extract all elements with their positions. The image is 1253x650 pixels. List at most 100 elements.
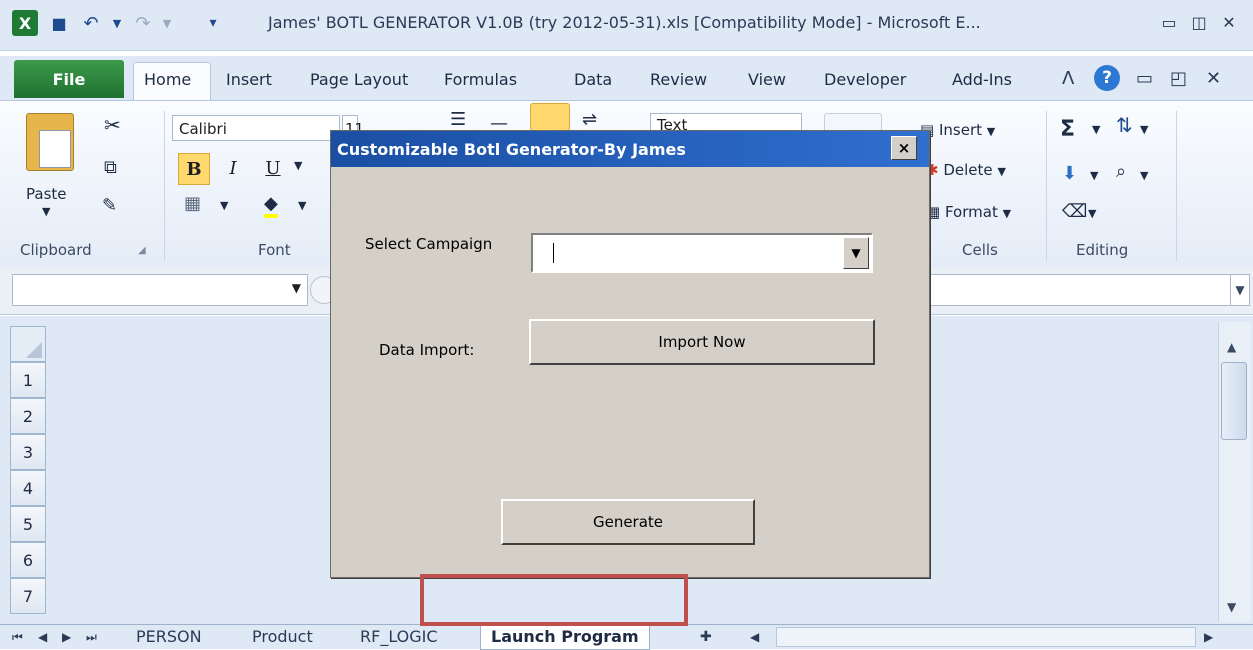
- clear-icon[interactable]: ⌫: [1062, 201, 1087, 222]
- tab-data[interactable]: Data: [574, 70, 612, 89]
- clipboard-launcher-icon[interactable]: ◢: [138, 245, 146, 256]
- align-top-icon[interactable]: ☰: [450, 109, 466, 130]
- format-dropdown-icon: ▼: [1002, 207, 1012, 220]
- fill-icon[interactable]: ⬇: [1062, 163, 1077, 184]
- select-all-corner[interactable]: [10, 326, 46, 362]
- insert-dropdown-icon: ▼: [986, 125, 996, 138]
- delete-cells-button[interactable]: ✱ Delete ▼: [926, 161, 1006, 179]
- cut-icon[interactable]: ✂: [104, 113, 121, 137]
- row-header[interactable]: 1: [10, 362, 46, 398]
- insert-cells-button[interactable]: ▤ Insert ▼: [920, 121, 995, 139]
- row-header[interactable]: 5: [10, 506, 46, 542]
- sort-filter-icon[interactable]: ⇅: [1116, 113, 1133, 137]
- borders-dropdown-icon[interactable]: ▼: [220, 199, 228, 212]
- restore-icon[interactable]: ◫: [1186, 11, 1212, 33]
- undo-dropdown-icon[interactable]: ▼: [104, 10, 130, 36]
- formula-input[interactable]: [930, 274, 1235, 306]
- find-select-dropdown-icon[interactable]: ▼: [1140, 169, 1148, 182]
- clear-dropdown-icon[interactable]: ▼: [1088, 207, 1096, 220]
- workbook-restore-icon[interactable]: ◰: [1170, 68, 1187, 89]
- format-cells-label: Format: [944, 203, 998, 221]
- save-icon[interactable]: ■: [46, 10, 72, 36]
- tab-developer[interactable]: Developer: [824, 70, 906, 89]
- sheet-tab-launch-program[interactable]: Launch Program: [480, 625, 650, 650]
- sheet-tab-rf-logic[interactable]: RF_LOGIC: [360, 625, 438, 649]
- fill-color-dropdown-icon[interactable]: ▼: [298, 199, 306, 212]
- font-name-combo[interactable]: Calibri: [172, 115, 340, 141]
- name-box-dropdown-icon[interactable]: ▼: [292, 281, 301, 295]
- find-select-icon[interactable]: ⌕: [1116, 161, 1126, 182]
- dialog-title: Customizable Botl Generator-By James: [331, 131, 929, 167]
- fill-dropdown-icon[interactable]: ▼: [1090, 169, 1098, 182]
- campaign-combobox[interactable]: ▼: [531, 233, 873, 273]
- name-box[interactable]: ▼: [12, 274, 308, 306]
- close-window-icon[interactable]: ✕: [1216, 11, 1242, 33]
- group-separator: [164, 111, 165, 261]
- scroll-left-icon[interactable]: ◀: [750, 625, 759, 649]
- excel-logo-icon: X: [12, 10, 38, 36]
- scroll-down-icon[interactable]: ▼: [1227, 600, 1236, 614]
- vertical-scrollbar[interactable]: ▲ ▼: [1218, 322, 1251, 622]
- customize-qat-icon[interactable]: ▾: [200, 10, 226, 36]
- autosum-icon[interactable]: Σ: [1060, 117, 1075, 142]
- row-header[interactable]: 6: [10, 542, 46, 578]
- delete-dropdown-icon: ▼: [997, 165, 1006, 178]
- insert-sheet-icon[interactable]: ✚: [700, 625, 712, 649]
- underline-dropdown-icon[interactable]: ▼: [294, 159, 302, 172]
- tab-review[interactable]: Review: [650, 70, 707, 89]
- row-header[interactable]: 2: [10, 398, 46, 434]
- paste-icon[interactable]: [26, 113, 74, 171]
- paste-dropdown-icon[interactable]: ▼: [42, 205, 50, 218]
- format-painter-icon[interactable]: ✎: [102, 195, 117, 216]
- help-icon[interactable]: ?: [1094, 65, 1120, 91]
- sheet-tab-person[interactable]: PERSON: [136, 625, 202, 649]
- generate-button[interactable]: Generate: [501, 499, 755, 545]
- tab-add-ins[interactable]: Add-Ins: [952, 70, 1012, 89]
- wrap-text-icon[interactable]: ⇌: [582, 109, 597, 130]
- paste-label[interactable]: Paste: [26, 185, 67, 203]
- sort-filter-dropdown-icon[interactable]: ▼: [1140, 123, 1148, 136]
- text-caret: [553, 243, 554, 263]
- tab-page-layout[interactable]: Page Layout: [310, 70, 408, 89]
- ribbon-tabs: File Home Insert Page Layout Formulas Da…: [0, 56, 1253, 103]
- format-cells-button[interactable]: ▦ Format ▼: [926, 203, 1011, 221]
- next-sheet-icon[interactable]: ▶: [62, 625, 71, 649]
- vertical-scroll-thumb[interactable]: [1221, 362, 1247, 440]
- fill-color-icon[interactable]: ◆: [264, 193, 278, 218]
- workbook-minimize-icon[interactable]: ▭: [1136, 68, 1153, 89]
- row-header[interactable]: 3: [10, 434, 46, 470]
- dialog-close-button[interactable]: ×: [891, 136, 917, 160]
- align-bottom-button[interactable]: [530, 103, 570, 131]
- first-sheet-icon[interactable]: ⏮: [12, 625, 23, 649]
- undo-icon[interactable]: ↶: [78, 10, 104, 36]
- scroll-up-icon[interactable]: ▲: [1227, 340, 1236, 354]
- scroll-right-icon[interactable]: ▶: [1204, 625, 1213, 649]
- horizontal-scrollbar[interactable]: [776, 627, 1196, 647]
- sheet-tab-product[interactable]: Product: [252, 625, 313, 649]
- bold-button[interactable]: B: [178, 153, 210, 185]
- tab-file[interactable]: File: [14, 60, 124, 98]
- group-separator: [1046, 111, 1047, 261]
- prev-sheet-icon[interactable]: ◀: [38, 625, 47, 649]
- tab-home[interactable]: Home: [144, 70, 191, 89]
- tab-view[interactable]: View: [748, 70, 786, 89]
- last-sheet-icon[interactable]: ⏭: [86, 625, 97, 649]
- minimize-icon[interactable]: ▭: [1156, 11, 1182, 33]
- campaign-dropdown-icon[interactable]: ▼: [843, 237, 869, 269]
- tab-insert[interactable]: Insert: [226, 70, 272, 89]
- botl-generator-dialog: Customizable Botl Generator-By James × S…: [330, 130, 930, 578]
- autosum-dropdown-icon[interactable]: ▼: [1092, 123, 1100, 136]
- borders-icon[interactable]: ▦: [184, 193, 201, 214]
- formula-expand-icon[interactable]: ▼: [1230, 274, 1250, 306]
- row-header[interactable]: 7: [10, 578, 46, 614]
- italic-button[interactable]: I: [218, 153, 248, 183]
- import-now-button[interactable]: Import Now: [529, 319, 875, 365]
- workbook-close-icon[interactable]: ✕: [1206, 68, 1221, 89]
- redo-icon[interactable]: ↷: [130, 10, 156, 36]
- redo-dropdown-icon[interactable]: ▼: [154, 10, 180, 36]
- tab-formulas[interactable]: Formulas: [444, 70, 517, 89]
- underline-button[interactable]: U: [258, 153, 288, 183]
- row-header[interactable]: 4: [10, 470, 46, 506]
- minimize-ribbon-icon[interactable]: ᐱ: [1062, 68, 1074, 89]
- copy-icon[interactable]: ⧉: [104, 157, 117, 178]
